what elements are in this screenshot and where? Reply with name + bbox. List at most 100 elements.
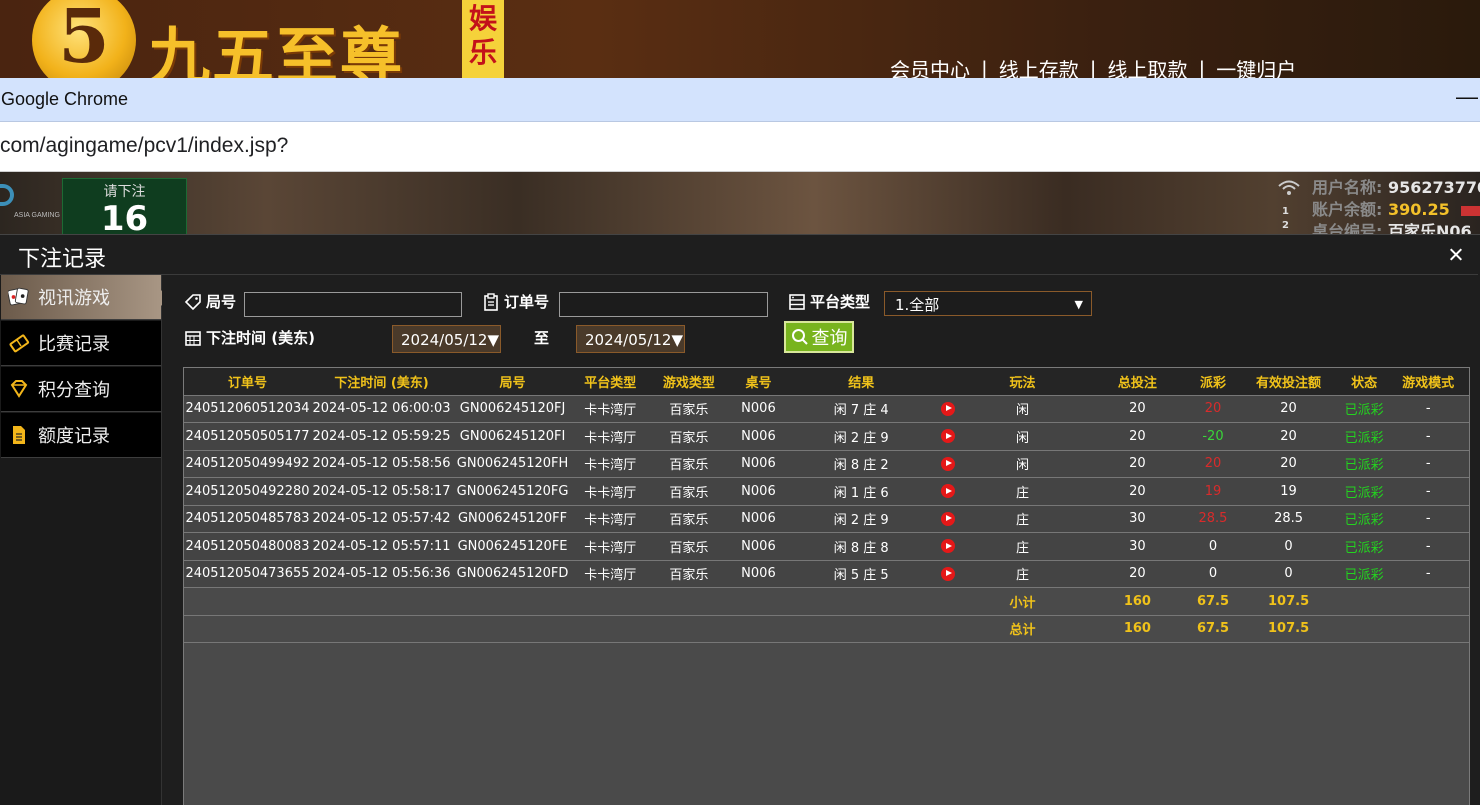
table-row: 240512050473655 2024-05-12 05:56:36 GN0062… (184, 560, 1469, 588)
result-cell: 闲 8 庄 2 (786, 450, 936, 478)
play-video-icon[interactable] (940, 566, 955, 581)
play-video-icon[interactable] (940, 456, 955, 471)
order-label: 订单号 (504, 293, 550, 311)
replay-cell (935, 560, 961, 588)
date-to-picker[interactable]: 2024/05/12▼ (576, 325, 685, 353)
bet-time-cell: 2024-05-12 05:58:17 (310, 477, 453, 506)
col-header-status: 状态 (1340, 368, 1388, 396)
close-icon[interactable] (1446, 245, 1466, 265)
table-id-value: 百家乐N06 (1387, 222, 1472, 234)
round-id-cell: GN006245120FF (452, 505, 574, 533)
replay-cell (935, 505, 961, 533)
game-mode-cell: - (1387, 477, 1469, 506)
total-payout: 67.5 (1189, 615, 1237, 643)
table-row: 240512050480083 2024-05-12 05:57:11 GN0062… (184, 532, 1469, 561)
balance-label: 账户余额: (1312, 200, 1383, 219)
order-id-cell: 240512050480083 (184, 532, 311, 561)
col-header-play: 玩法 (960, 368, 1085, 396)
subtotal-total-bet: 160 (1084, 587, 1190, 616)
order-id-cell: 240512050492280 (184, 477, 311, 506)
col-header-replay (935, 368, 961, 396)
play-cell: 闲 (960, 422, 1085, 451)
platform-select-value: 1.全部 (895, 296, 940, 314)
platform-cell: 卡卡湾厅 (573, 532, 648, 561)
table-row: 240512050492280 2024-05-12 05:58:17 GN0062… (184, 477, 1469, 506)
col-header-payout: 派彩 (1189, 368, 1237, 396)
address-bar[interactable]: com/agingame/pcv1/index.jsp? (0, 122, 1480, 172)
ag-logo-text: ASIA GAMING (14, 212, 60, 219)
game-type-cell: 百家乐 (647, 422, 731, 451)
play-cell: 庄 (960, 505, 1085, 533)
sidebar-item-label: 比赛记录 (38, 334, 110, 355)
modal-header: 下注记录 (0, 235, 1478, 275)
result-cell: 闲 2 庄 9 (786, 505, 936, 533)
flag-icon (1461, 205, 1480, 216)
sidebar-item-credit-records[interactable]: 额度记录 (1, 413, 161, 458)
date-to-value: 2024/05/12 (585, 331, 672, 349)
platform-cell: 卡卡湾厅 (573, 395, 648, 423)
site-banner: 5 九五至尊 娱乐 会员中心 | 线上存款 | 线上取款 | 一键归户 (0, 0, 1480, 78)
order-input[interactable] (559, 292, 768, 317)
play-video-icon[interactable] (940, 511, 955, 526)
table-id-cell: N006 (730, 477, 787, 506)
play-video-icon[interactable] (940, 401, 955, 416)
query-button[interactable]: 查询 (784, 321, 854, 353)
subtotal-label: 小计 (960, 587, 1085, 616)
modal-title: 下注记录 (18, 247, 107, 272)
minimize-button[interactable]: — (1456, 84, 1478, 110)
platform-cell: 卡卡湾厅 (573, 422, 648, 451)
sidebar-item-live-games[interactable]: 视讯游戏 (1, 275, 168, 320)
table-id-cell: N006 (730, 422, 787, 451)
nav-link-one-click-return[interactable]: 一键归户 (1216, 54, 1296, 78)
col-header-order: 订单号 (184, 368, 311, 396)
bet-records-table: 订单号 下注时间 (美东) 局号 平台类型 游戏类型 桌号 结果 玩法 总投注 … (183, 367, 1470, 805)
site-logo-name: 九五至尊 (148, 20, 405, 78)
result-cell: 闲 5 庄 5 (786, 560, 936, 588)
bet-time-cell: 2024-05-12 05:58:56 (310, 450, 453, 478)
subtotal-row: 小计 160 67.5 107.5 (184, 587, 1469, 616)
date-from-picker[interactable]: 2024/05/12▼ (392, 325, 501, 353)
game-type-cell: 百家乐 (647, 395, 731, 423)
total-bet-cell: 20 (1084, 450, 1190, 478)
col-header-round: 局号 (452, 368, 574, 396)
play-cell: 庄 (960, 560, 1085, 588)
time-label: 下注时间 (美东) (206, 329, 315, 347)
search-icon (791, 329, 808, 345)
wifi-icon (1278, 180, 1300, 195)
bet-time-cell: 2024-05-12 05:56:36 (310, 560, 453, 588)
payout-cell: 28.5 (1189, 505, 1237, 533)
platform-select[interactable]: 1.全部 ▼ (884, 291, 1092, 316)
sidebar-item-label: 视讯游戏 (38, 288, 110, 309)
play-cell: 闲 (960, 450, 1085, 478)
sidebar-item-points-query[interactable]: 积分查询 (1, 367, 161, 412)
date-range-separator: 至 (534, 329, 550, 347)
nav-link-deposit[interactable]: 线上存款 (999, 54, 1079, 78)
total-total-bet: 160 (1084, 615, 1190, 643)
payout-cell: 0 (1189, 532, 1237, 561)
nav-link-withdraw[interactable]: 线上取款 (1108, 54, 1188, 78)
play-video-icon[interactable] (940, 429, 955, 444)
calendar-icon (185, 330, 201, 346)
time-filter-label: 下注时间 (美东) (184, 327, 315, 348)
play-video-icon[interactable] (940, 539, 955, 554)
table-id-cell: N006 (730, 532, 787, 561)
round-label: 局号 (206, 293, 237, 311)
total-label: 总计 (960, 615, 1085, 643)
result-cell: 闲 1 庄 6 (786, 477, 936, 506)
round-input[interactable] (244, 292, 462, 317)
valid-bet-cell: 28.5 (1236, 505, 1341, 533)
payout-cell: 20 (1189, 395, 1237, 423)
status-cell: 已派彩 (1340, 477, 1388, 506)
play-video-icon[interactable] (940, 484, 955, 499)
round-filter-label: 局号 (184, 291, 236, 312)
game-type-cell: 百家乐 (647, 532, 731, 561)
ag-logo-mark (0, 184, 14, 206)
empty-cell (1340, 615, 1469, 643)
payout-cell: -20 (1189, 422, 1237, 451)
nav-link-member-center[interactable]: 会员中心 (890, 54, 970, 78)
bet-prompt: 请下注 (103, 184, 146, 200)
table-id-label: 桌台编号: (1312, 222, 1383, 234)
row-digit: 2 (1282, 220, 1289, 231)
sidebar-item-match-records[interactable]: 比赛记录 (1, 321, 161, 366)
play-cell: 闲 (960, 395, 1085, 423)
